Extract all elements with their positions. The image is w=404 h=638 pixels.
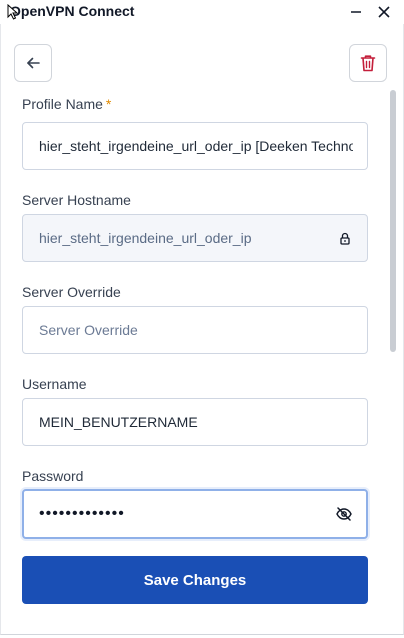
password-value: •••••••••••••: [39, 505, 125, 522]
username-label: Username: [22, 376, 87, 392]
server-override-placeholder: Server Override: [39, 322, 138, 338]
close-button[interactable]: [374, 2, 394, 22]
title-bar: OpenVPN Connect: [0, 0, 404, 24]
server-hostname-label: Server Hostname: [22, 192, 131, 208]
username-value: MEIN_BENUTZERNAME: [39, 414, 198, 430]
close-icon: [378, 6, 390, 18]
password-label: Password: [22, 468, 84, 484]
save-changes-button[interactable]: Save Changes: [22, 556, 368, 604]
minimize-icon: [351, 11, 361, 13]
delete-profile-button[interactable]: [349, 44, 387, 82]
scrollbar-thumb[interactable]: [390, 90, 396, 352]
server-override-input[interactable]: Server Override: [22, 306, 368, 354]
server-hostname-value: hier_steht_irgendeine_url_oder_ip: [39, 230, 252, 246]
profile-name-label: Profile Name *: [22, 96, 111, 112]
window-title: OpenVPN Connect: [10, 3, 135, 19]
profile-name-label-text: Profile Name: [22, 96, 103, 112]
arrow-left-icon: [27, 57, 40, 69]
back-button[interactable]: [14, 44, 52, 82]
minimize-button[interactable]: [346, 2, 366, 22]
trash-icon: [360, 55, 376, 72]
username-input[interactable]: MEIN_BENUTZERNAME: [22, 398, 368, 446]
server-override-label: Server Override: [22, 284, 121, 300]
eye-off-icon[interactable]: [336, 506, 352, 522]
server-hostname-field: hier_steht_irgendeine_url_oder_ip: [22, 214, 368, 262]
mouse-cursor-icon: [7, 4, 19, 20]
profile-name-input[interactable]: hier_steht_irgendeine_url_oder_ip [Deeke…: [22, 122, 368, 170]
password-input[interactable]: •••••••••••••: [22, 489, 368, 539]
lock-icon: [337, 230, 353, 246]
profile-name-value: hier_steht_irgendeine_url_oder_ip [Deeke…: [39, 138, 353, 154]
required-marker: *: [105, 96, 112, 112]
